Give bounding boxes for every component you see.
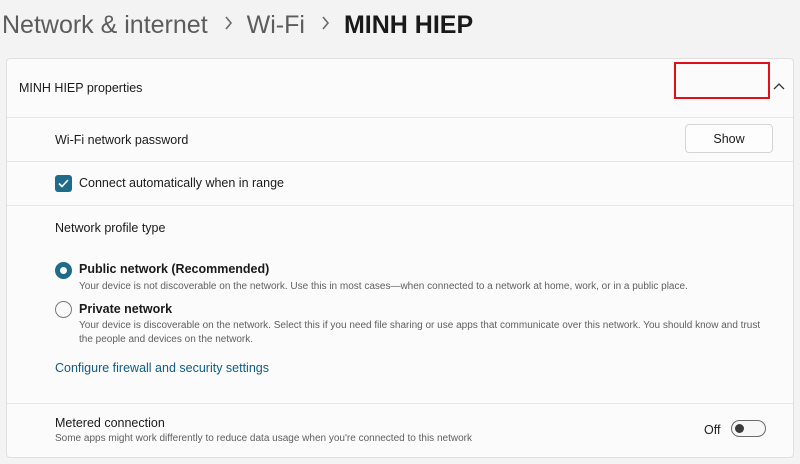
auto-connect-label[interactable]: Connect automatically when in range xyxy=(79,176,284,190)
page-title: MINH HIEP xyxy=(343,10,474,39)
chevron-right-icon xyxy=(321,14,330,36)
private-network-radio[interactable] xyxy=(55,301,72,318)
auto-connect-checkbox[interactable] xyxy=(55,175,72,192)
metered-connection-toggle[interactable] xyxy=(731,420,766,437)
breadcrumb: Network & internet Wi-Fi MINH HIEP xyxy=(2,7,473,43)
public-network-radio[interactable] xyxy=(55,262,72,279)
firewall-settings-link[interactable]: Configure firewall and security settings xyxy=(55,361,269,375)
properties-title: MINH HIEP properties xyxy=(19,81,143,95)
wifi-password-row: Wi-Fi network password Show xyxy=(7,117,793,162)
checkmark-icon xyxy=(58,179,69,188)
properties-card: MINH HIEP properties Wi-Fi network passw… xyxy=(6,58,794,458)
private-network-description: Your device is discoverable on the netwo… xyxy=(79,320,761,345)
toggle-knob xyxy=(735,423,744,433)
show-password-button[interactable]: Show xyxy=(685,124,773,153)
chevron-up-icon[interactable] xyxy=(772,79,786,93)
public-network-title[interactable]: Public network (Recommended) xyxy=(79,262,269,276)
metered-connection-description: Some apps might work differently to redu… xyxy=(55,433,472,444)
breadcrumb-wifi[interactable]: Wi-Fi xyxy=(247,11,305,40)
chevron-right-icon xyxy=(224,14,233,36)
private-network-title[interactable]: Private network xyxy=(79,302,172,316)
metered-connection-title: Metered connection xyxy=(55,416,165,430)
breadcrumb-network-internet[interactable]: Network & internet xyxy=(2,11,208,40)
network-profile-heading: Network profile type xyxy=(55,221,166,235)
properties-header[interactable]: MINH HIEP properties xyxy=(7,59,793,118)
public-network-description: Your device is not discoverable on the n… xyxy=(79,281,688,292)
network-profile-section: Network profile type Public network (Rec… xyxy=(7,206,793,404)
wifi-password-label: Wi-Fi network password xyxy=(55,133,189,147)
metered-connection-row: Metered connection Some apps might work … xyxy=(7,404,793,464)
auto-connect-row: Connect automatically when in range xyxy=(7,162,793,206)
metered-toggle-state: Off xyxy=(704,423,721,437)
